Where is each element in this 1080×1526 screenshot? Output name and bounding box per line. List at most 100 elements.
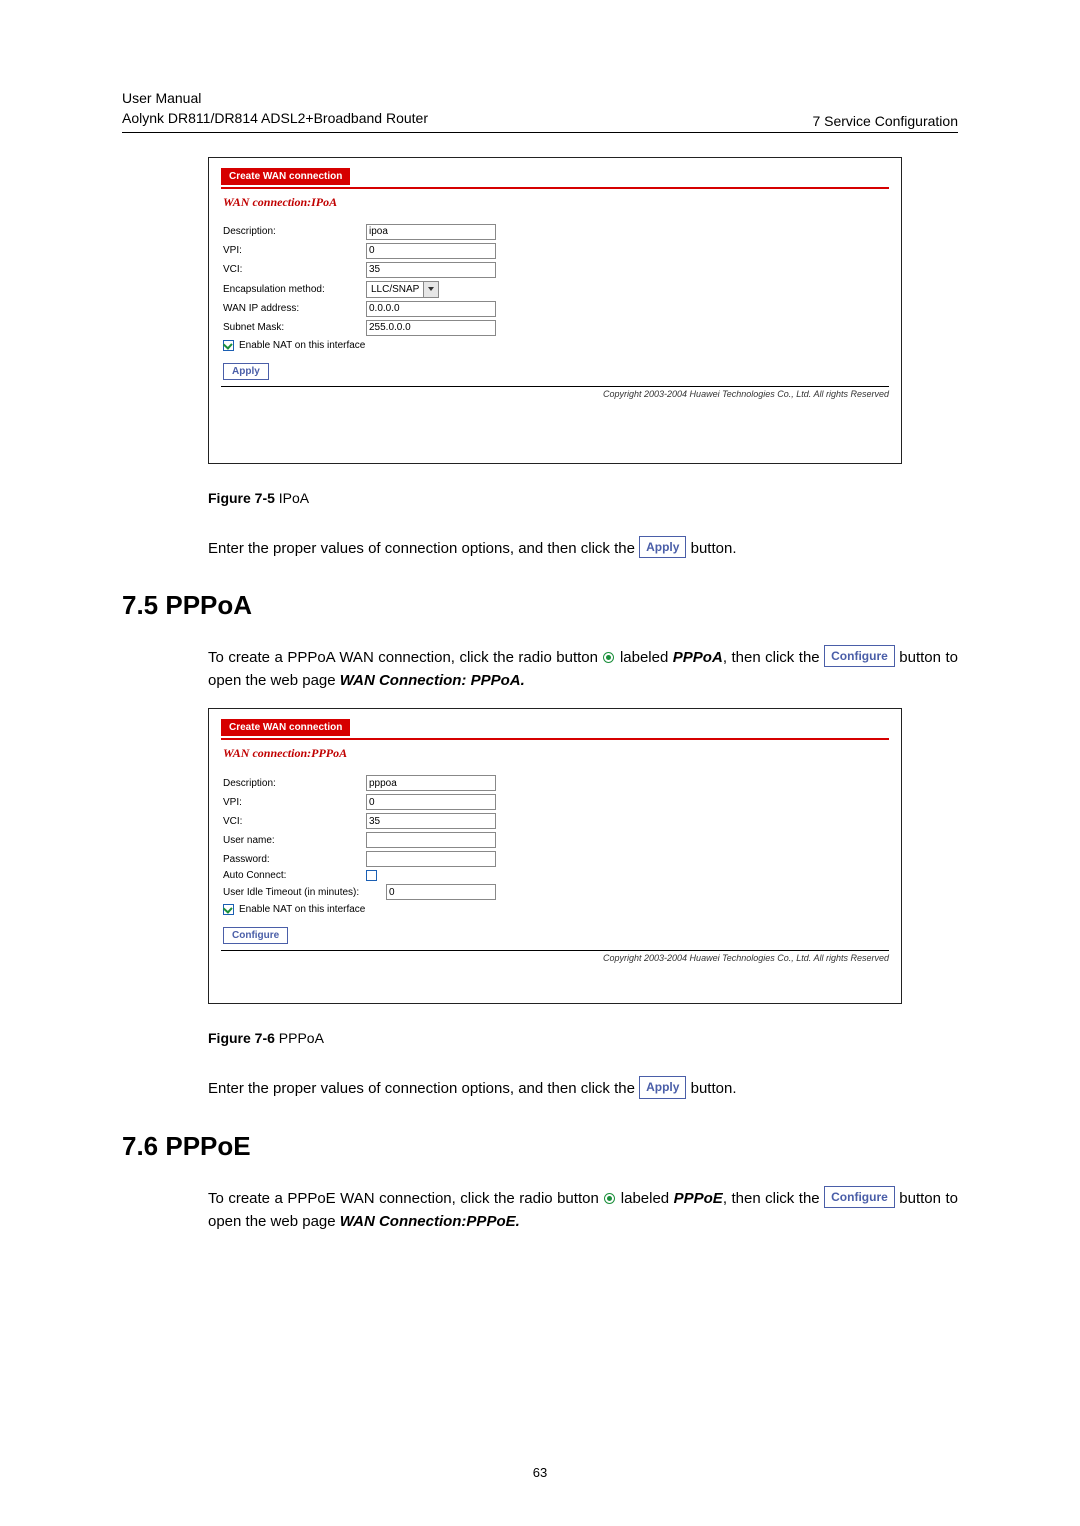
- pppoa-config-frame: Create WAN connection WAN connection:PPP…: [208, 708, 902, 1004]
- text-part: , then click the: [723, 1190, 824, 1207]
- configure-button-inline[interactable]: Configure: [824, 1186, 895, 1209]
- text-part: To create a PPPoE WAN connection, click …: [208, 1190, 603, 1207]
- row-password: Password:: [221, 851, 889, 867]
- input-description[interactable]: [366, 224, 496, 240]
- copyright-line: Copyright 2003-2004 Huawei Technologies …: [221, 386, 889, 399]
- panel-title-pppoa: WAN connection:PPPoA: [223, 746, 889, 761]
- label-vci: VCI:: [221, 816, 366, 827]
- apply-button[interactable]: Apply: [223, 363, 269, 380]
- label-description: Description:: [221, 226, 366, 237]
- header-right: 7 Service Configuration: [812, 113, 958, 129]
- figure-7-6: Create WAN connection WAN connection:PPP…: [208, 708, 902, 1046]
- input-description[interactable]: [366, 775, 496, 791]
- section-heading-7-6: 7.6 PPPoE: [122, 1131, 958, 1162]
- apply-button-inline[interactable]: Apply: [639, 536, 686, 559]
- tab-bar: Create WAN connection: [221, 168, 889, 185]
- paragraph-apply-1: Enter the proper values of connection op…: [208, 536, 958, 560]
- tab-bar: Create WAN connection: [221, 719, 889, 736]
- label-password: Password:: [221, 854, 366, 865]
- tab-create-wan[interactable]: Create WAN connection: [221, 719, 350, 736]
- select-encap-value: LLC/SNAP: [367, 284, 423, 295]
- input-vci[interactable]: [366, 262, 496, 278]
- figure-caption-7-5: Figure 7-5 IPoA: [208, 490, 902, 506]
- row-description: Description:: [221, 224, 889, 240]
- radio-selected-icon: [603, 652, 614, 663]
- header-left-line2: Aolynk DR811/DR814 ADSL2+Broadband Route…: [122, 108, 428, 128]
- label-idle: User Idle Timeout (in minutes):: [221, 887, 386, 898]
- label-mask: Subnet Mask:: [221, 322, 366, 333]
- paragraph-pppoa: To create a PPPoA WAN connection, click …: [208, 645, 958, 693]
- input-idle[interactable]: [386, 884, 496, 900]
- text-part: labeled: [621, 1190, 674, 1207]
- panel-rule: [221, 738, 889, 740]
- row-mask: Subnet Mask:: [221, 320, 889, 336]
- paragraph-apply-2: Enter the proper values of connection op…: [208, 1076, 958, 1100]
- row-autoconnect: Auto Connect:: [221, 870, 889, 881]
- text-bold-wan-pppoa: WAN Connection: PPPoA.: [340, 672, 525, 689]
- text-part: Enter the proper values of connection op…: [208, 1080, 639, 1097]
- header-left: User Manual Aolynk DR811/DR814 ADSL2+Bro…: [122, 88, 428, 129]
- text-part: button.: [691, 540, 737, 557]
- tab-create-wan[interactable]: Create WAN connection: [221, 168, 350, 185]
- figure-caption-7-6: Figure 7-6 PPPoA: [208, 1030, 902, 1046]
- label-encap: Encapsulation method:: [221, 284, 366, 295]
- input-mask[interactable]: [366, 320, 496, 336]
- row-description: Description:: [221, 775, 889, 791]
- chevron-down-icon[interactable]: [423, 282, 438, 297]
- text-part: , then click the: [723, 649, 824, 666]
- select-encap[interactable]: LLC/SNAP: [366, 281, 439, 298]
- label-username: User name:: [221, 835, 366, 846]
- label-wanip: WAN IP address:: [221, 303, 366, 314]
- page-header: User Manual Aolynk DR811/DR814 ADSL2+Bro…: [122, 88, 958, 133]
- row-vci: VCI:: [221, 813, 889, 829]
- label-description: Description:: [221, 778, 366, 789]
- text-bold-pppoe: PPPoE: [674, 1190, 723, 1207]
- text-part: Enter the proper values of connection op…: [208, 540, 639, 557]
- input-username[interactable]: [366, 832, 496, 848]
- figure-7-5: Create WAN connection WAN connection:IPo…: [208, 157, 902, 506]
- figure-caption-text: PPPoA: [279, 1030, 324, 1046]
- checkbox-autoconnect[interactable]: [366, 870, 377, 881]
- figure-caption-bold: Figure 7-6: [208, 1030, 279, 1046]
- configure-button-inline[interactable]: Configure: [824, 645, 895, 668]
- label-vci: VCI:: [221, 264, 366, 275]
- checkbox-nat[interactable]: [223, 340, 234, 351]
- figure-caption-bold: Figure 7-5: [208, 490, 279, 506]
- input-wanip[interactable]: [366, 301, 496, 317]
- header-left-line1: User Manual: [122, 88, 428, 108]
- row-idle: User Idle Timeout (in minutes):: [221, 884, 889, 900]
- row-vci: VCI:: [221, 262, 889, 278]
- label-vpi: VPI:: [221, 797, 366, 808]
- row-vpi: VPI:: [221, 794, 889, 810]
- row-encap: Encapsulation method: LLC/SNAP: [221, 281, 889, 298]
- panel-title-ipoa: WAN connection:IPoA: [223, 195, 889, 210]
- copyright-line: Copyright 2003-2004 Huawei Technologies …: [221, 950, 889, 963]
- panel-rule: [221, 187, 889, 189]
- row-nat: Enable NAT on this interface: [223, 340, 889, 351]
- apply-button-inline[interactable]: Apply: [639, 1076, 686, 1099]
- configure-button[interactable]: Configure: [223, 927, 288, 944]
- page-number: 63: [0, 1465, 1080, 1480]
- figure-caption-text: IPoA: [279, 490, 309, 506]
- input-vpi[interactable]: [366, 794, 496, 810]
- label-nat: Enable NAT on this interface: [239, 340, 365, 351]
- input-password[interactable]: [366, 851, 496, 867]
- label-vpi: VPI:: [221, 245, 366, 256]
- label-nat: Enable NAT on this interface: [239, 904, 365, 915]
- label-autoconnect: Auto Connect:: [221, 870, 366, 881]
- section-heading-7-5: 7.5 PPPoA: [122, 590, 958, 621]
- paragraph-pppoe: To create a PPPoE WAN connection, click …: [208, 1186, 958, 1234]
- input-vpi[interactable]: [366, 243, 496, 259]
- text-bold-wan-pppoe: WAN Connection:PPPoE.: [340, 1213, 520, 1230]
- text-part: button.: [691, 1080, 737, 1097]
- text-bold-pppoa: PPPoA: [673, 649, 723, 666]
- row-wanip: WAN IP address:: [221, 301, 889, 317]
- radio-selected-icon: [604, 1193, 615, 1204]
- row-username: User name:: [221, 832, 889, 848]
- row-nat: Enable NAT on this interface: [223, 904, 889, 915]
- text-part: To create a PPPoA WAN connection, click …: [208, 649, 602, 666]
- checkbox-nat[interactable]: [223, 904, 234, 915]
- ipoa-config-frame: Create WAN connection WAN connection:IPo…: [208, 157, 902, 464]
- input-vci[interactable]: [366, 813, 496, 829]
- text-part: labeled: [620, 649, 673, 666]
